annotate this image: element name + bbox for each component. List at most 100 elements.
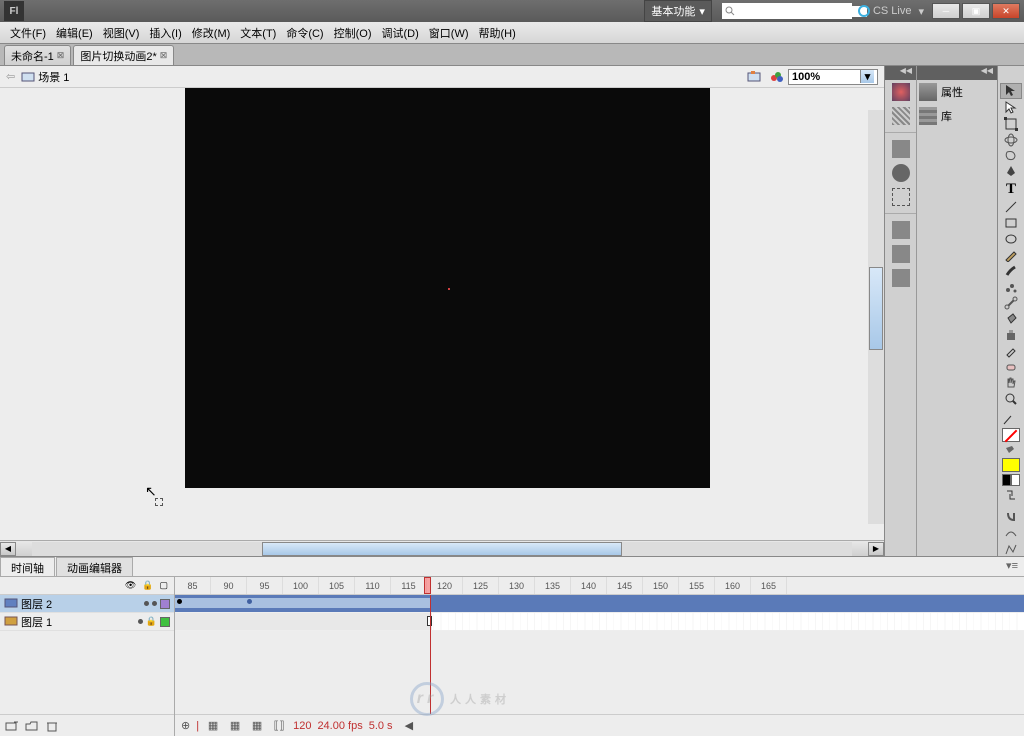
scene-label[interactable]: 场景 1 (21, 69, 69, 85)
vertical-scrollbar[interactable] (868, 110, 884, 524)
center-frame-button[interactable]: ▦ (205, 718, 221, 734)
3d-rotation-tool[interactable] (1000, 133, 1022, 147)
minimize-button[interactable]: ─ (932, 3, 960, 19)
oval-tool[interactable] (1000, 232, 1022, 246)
edit-symbols-button[interactable] (768, 68, 786, 86)
motion-presets-icon[interactable] (892, 269, 910, 287)
fill-color[interactable] (1000, 444, 1022, 456)
maximize-button[interactable]: ▣ (962, 3, 990, 19)
menu-debug[interactable]: 调试(D) (378, 23, 423, 43)
stage-toolbar: ⇦ 场景 1 100%▾ (0, 66, 884, 88)
lock-header-icon[interactable]: 🔒 (142, 580, 153, 591)
black-and-white-button[interactable] (1000, 474, 1022, 486)
onion-multiple-button[interactable]: ▦ (249, 718, 265, 734)
properties-panel-button[interactable]: 属性 (917, 80, 997, 104)
timeline-options[interactable]: ▾≡ (1000, 557, 1024, 576)
zoom-tool[interactable] (1000, 392, 1022, 406)
close-icon[interactable]: ⊠ (57, 50, 65, 61)
edit-scene-button[interactable] (746, 68, 764, 86)
hand-tool[interactable] (1000, 376, 1022, 390)
frames-area[interactable]: 8590951001051101151201251301351401451501… (175, 577, 1024, 736)
rectangle-tool[interactable] (1000, 216, 1022, 230)
lock-icon[interactable]: 🔒 (146, 616, 157, 627)
frame-ruler[interactable]: 8590951001051101151201251301351401451501… (175, 577, 1024, 595)
search-box[interactable] (722, 3, 852, 19)
frame-row-0[interactable] (175, 595, 1024, 613)
new-layer-button[interactable] (4, 718, 20, 734)
eraser-tool[interactable] (1000, 360, 1022, 374)
workspace-switcher[interactable]: 基本功能▾ (644, 0, 712, 22)
timeline-panel: 时间轴 动画编辑器 ▾≡ 👁 🔒 ▢ 图层 2 图层 1 🔒 (0, 556, 1024, 736)
panel-collapse-left[interactable]: ◀◀ (885, 66, 916, 80)
menu-view[interactable]: 视图(V) (99, 23, 144, 43)
search-input[interactable] (735, 6, 867, 17)
panel-collapse-right[interactable]: ◀◀ (917, 66, 997, 80)
close-button[interactable]: ✕ (992, 3, 1020, 19)
selection-tool[interactable] (1000, 83, 1022, 99)
playhead[interactable] (430, 595, 431, 714)
onion-skin-button[interactable]: ⊕ (181, 719, 190, 732)
tab-timeline[interactable]: 时间轴 (0, 557, 55, 576)
straighten-button[interactable] (1000, 542, 1022, 556)
brush-tool[interactable] (1000, 264, 1022, 278)
edit-multiple-button[interactable]: ⟦⟧ (271, 718, 287, 734)
menu-control[interactable]: 控制(O) (330, 23, 376, 43)
doc-tab-1[interactable]: 图片切换动画2*⊠ (73, 45, 174, 65)
swatches-icon[interactable] (892, 83, 910, 101)
menu-insert[interactable]: 插入(I) (145, 23, 185, 43)
subselection-tool[interactable] (1000, 101, 1022, 115)
fill-swatch[interactable] (1000, 458, 1022, 472)
close-icon[interactable]: ⊠ (160, 50, 168, 61)
menu-help[interactable]: 帮助(H) (475, 23, 520, 43)
stage-scroll[interactable]: ↖ (0, 88, 884, 540)
free-transform-tool[interactable] (1000, 117, 1022, 131)
paint-bucket-tool[interactable] (1000, 312, 1022, 326)
swap-colors-button[interactable] (1000, 488, 1022, 502)
menu-file[interactable]: 文件(F) (6, 23, 50, 43)
transform-icon[interactable] (892, 188, 910, 206)
visibility-header-icon[interactable]: 👁 (125, 580, 136, 591)
zoom-select[interactable]: 100%▾ (788, 69, 878, 85)
menu-edit[interactable]: 编辑(E) (52, 23, 97, 43)
eyedropper-tool[interactable] (1000, 344, 1022, 358)
lasso-tool[interactable] (1000, 149, 1022, 163)
layer-row-0[interactable]: 图层 2 (0, 595, 174, 613)
tab-motion-editor[interactable]: 动画编辑器 (56, 557, 133, 576)
stroke-swatch[interactable] (1000, 428, 1022, 442)
menu-text[interactable]: 文本(T) (236, 23, 280, 43)
back-button[interactable]: ⇦ (6, 70, 15, 83)
menu-modify[interactable]: 修改(M) (188, 23, 235, 43)
onion-outlines-button[interactable]: ▦ (227, 718, 243, 734)
align-icon[interactable] (892, 140, 910, 158)
doc-tab-0[interactable]: 未命名-1⊠ (4, 45, 71, 65)
menu-commands[interactable]: 命令(C) (282, 23, 327, 43)
library-panel-button[interactable]: 库 (917, 104, 997, 128)
smooth-button[interactable] (1000, 526, 1022, 540)
menu-window[interactable]: 窗口(W) (425, 23, 473, 43)
frame-row-1[interactable] (175, 613, 1024, 631)
info-icon[interactable] (892, 164, 910, 182)
ink-bottle-tool[interactable] (1000, 328, 1022, 342)
document-tabs: 未命名-1⊠ 图片切换动画2*⊠ (0, 44, 1024, 66)
color-icon[interactable] (892, 107, 910, 125)
delete-layer-button[interactable] (44, 718, 60, 734)
deco-tool[interactable] (1000, 280, 1022, 294)
current-frame[interactable]: 120 (293, 720, 311, 732)
snap-to-objects-button[interactable] (1000, 510, 1022, 524)
new-folder-button[interactable] (24, 718, 40, 734)
frame-rate[interactable]: 24.00 fps (317, 720, 362, 732)
elapsed-time[interactable]: 5.0 s (369, 720, 393, 732)
pencil-tool[interactable] (1000, 248, 1022, 262)
horizontal-scrollbar[interactable]: ◀▶ (0, 540, 884, 556)
bone-tool[interactable] (1000, 296, 1022, 310)
cslive-button[interactable]: CS Live▾ (858, 5, 924, 18)
layer-row-1[interactable]: 图层 1 🔒 (0, 613, 174, 631)
outline-header-icon[interactable]: ▢ (159, 580, 168, 591)
stroke-color[interactable] (1000, 414, 1022, 426)
canvas[interactable] (185, 88, 710, 488)
line-tool[interactable] (1000, 200, 1022, 214)
code-snippets-icon[interactable] (892, 221, 910, 239)
text-tool[interactable]: T (1000, 181, 1022, 198)
components-icon[interactable] (892, 245, 910, 263)
pen-tool[interactable] (1000, 165, 1022, 179)
